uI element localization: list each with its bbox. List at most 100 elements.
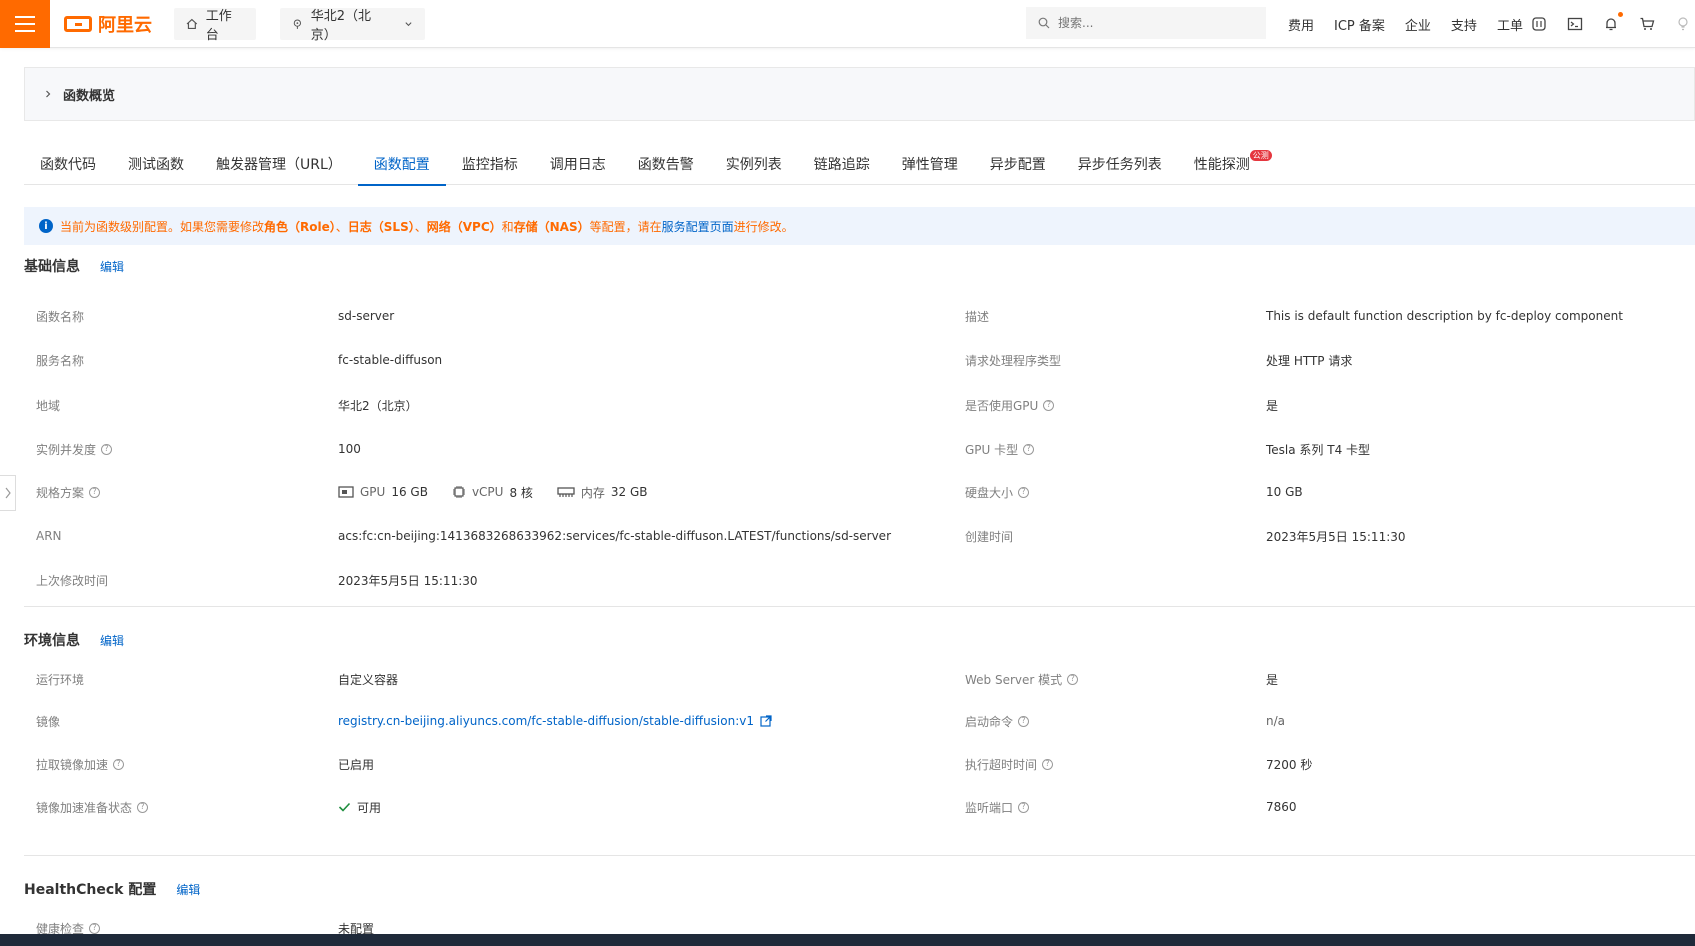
toplink-ticket[interactable]: 工单 [1497,15,1523,34]
function-overview-collapsible[interactable]: 函数概览 [24,67,1695,121]
help-icon[interactable]: ? [1043,399,1055,411]
webserver-value: 是 [1266,672,1279,687]
help-icon[interactable]: ? [1018,486,1030,498]
lightbulb-icon[interactable] [1674,15,1692,33]
tab-test[interactable]: 测试函数 [112,142,200,185]
tab-scaling[interactable]: 弹性管理 [886,142,974,185]
use-gpu-label: 是否使用GPU? [965,395,1055,415]
accel-value: 已启用 [338,757,375,772]
workbench-label: 工作台 [205,9,232,43]
help-icon[interactable]: ? [89,486,101,498]
image-link[interactable]: registry.cn-beijing.aliyuncs.com/fc-stab… [338,714,754,728]
aliyun-logo-mark-icon [64,16,92,32]
notice-part: 进行修改。 [733,219,794,234]
healthcheck-title: HealthCheck 配置 [24,882,157,898]
help-icon[interactable]: ? [1067,673,1079,685]
memory-label: 内存 [580,485,605,500]
chevron-right-icon [46,90,51,98]
tab-async-tasks[interactable]: 异步任务列表 [1062,142,1178,185]
hamburger-menu-button[interactable] [0,0,50,48]
cpu-chip-icon [452,486,465,498]
app-icon[interactable] [1530,15,1548,33]
label-text: 监听端口 [965,800,1014,815]
search-icon [1038,17,1050,29]
notice-text: 当前为函数级别配置。如果您需要修改角色（Role）、日志（SLS）、网络（VPC… [60,218,794,235]
cart-icon[interactable] [1638,15,1656,33]
spec-label: 规格方案? [36,482,101,502]
workbench-button[interactable]: 工作台 [174,8,256,43]
os-taskbar [0,934,1695,946]
aliyun-logo[interactable]: 阿里云 [64,11,152,37]
help-icon[interactable]: ? [113,758,125,770]
desc-value: This is default function description by … [1266,309,1623,323]
gpu-type-label: GPU 卡型? [965,439,1035,459]
region-selector[interactable]: 华北2（北京） [280,8,425,43]
sidebar-expand-button[interactable] [0,475,16,511]
handler-label: 请求处理程序类型 [965,353,1062,368]
notice-sep: 、 [335,219,348,234]
toplink-support[interactable]: 支持 [1451,15,1477,34]
label-text: 执行超时时间 [965,757,1038,772]
notice-part: 等配置，请在 [589,219,662,234]
help-icon[interactable]: ? [1023,443,1035,455]
top-navigation-bar: 阿里云 工作台 华北2（北京） 费用 ICP 备案 企业 支持 工单 [0,0,1695,48]
tab-performance-label: 性能探测 [1193,156,1250,173]
tab-monitoring[interactable]: 监控指标 [446,142,534,185]
label-text: 规格方案 [36,485,85,500]
help-icon[interactable]: ? [137,801,149,813]
service-label: 服务名称 [36,353,85,368]
help-icon[interactable]: ? [1042,758,1054,770]
toplink-enterprise[interactable]: 企业 [1405,15,1431,34]
help-icon[interactable]: ? [1018,801,1030,813]
service-config-link[interactable]: 服务配置页面 [662,220,734,234]
notice-network: 网络（VPC） [426,219,502,234]
tab-triggers[interactable]: 触发器管理（URL） [200,142,358,185]
toplink-icp[interactable]: ICP 备案 [1334,15,1385,34]
info-icon: i [39,219,53,233]
env-info-edit-link[interactable]: 编辑 [100,632,124,649]
region-label: 华北2（北京） [310,9,372,43]
config-notice: i 当前为函数级别配置。如果您需要修改角色（Role）、日志（SLS）、网络（V… [24,207,1695,245]
top-links: 费用 ICP 备案 企业 支持 工单 [1288,0,1543,48]
beta-badge: 公测 [1249,150,1272,161]
cmd-label: 启动命令? [965,711,1030,731]
top-icons [1530,0,1692,48]
notice-storage: 存储（NAS） [513,219,590,234]
healthcheck-edit-link[interactable]: 编辑 [176,881,200,898]
vcpu-label: vCPU [471,485,504,499]
accel-label: 拉取镜像加速? [36,754,125,774]
region-info-value: 华北2（北京） [338,398,418,413]
disk-value: 10 GB [1266,485,1303,499]
label-text: 硬盘大小 [965,485,1014,500]
tab-logs[interactable]: 调用日志 [534,142,622,185]
func-name-label: 函数名称 [36,306,84,326]
global-search[interactable] [1026,7,1266,39]
tab-alerts[interactable]: 函数告警 [622,142,710,185]
timeout-value: 7200 秒 [1266,757,1313,772]
tab-async-config[interactable]: 异步配置 [974,142,1062,185]
terminal-icon[interactable] [1566,15,1584,33]
tab-instances[interactable]: 实例列表 [710,142,798,185]
desc-label: 描述 [965,309,990,324]
label-text: 实例并发度 [36,442,97,457]
basic-info-edit-link[interactable]: 编辑 [100,258,124,275]
bell-icon[interactable] [1602,12,1623,33]
tab-tracing[interactable]: 链路追踪 [798,142,886,185]
memory-value: 32 GB [610,485,648,499]
search-input[interactable] [1058,16,1248,30]
basic-info-header: 基础信息 编辑 [24,256,124,276]
help-icon[interactable]: ? [1018,715,1030,727]
spec-vcpu: vCPU 8 核 [452,484,533,501]
tab-performance-probe[interactable]: 性能探测 公测 [1178,142,1272,185]
created-value: 2023年5月5日 15:11:30 [1266,529,1406,544]
tab-config[interactable]: 函数配置 [357,142,446,186]
port-value: 7860 [1266,800,1297,814]
vcpu-value: 8 核 [509,485,533,500]
healthcheck-header: HealthCheck 配置 编辑 [24,879,200,899]
external-link-icon[interactable] [760,715,772,727]
help-icon[interactable]: ? [101,443,113,455]
help-icon[interactable]: ? [89,922,101,934]
tab-code[interactable]: 函数代码 [24,142,112,185]
use-gpu-value: 是 [1266,398,1279,413]
toplink-billing[interactable]: 费用 [1288,15,1314,34]
